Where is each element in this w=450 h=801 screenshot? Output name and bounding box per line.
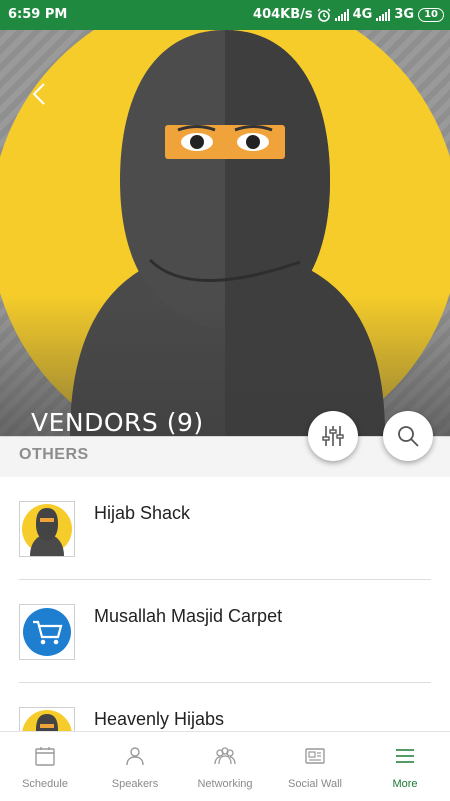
bottom-tab-bar: Schedule Speakers Networking Social Wall… [0,731,450,801]
vendors-hero-banner: VENDORS (9) [0,30,450,436]
filter-button[interactable] [308,411,358,461]
vendor-logo [19,501,75,557]
tab-social-wall[interactable]: Social Wall [270,732,360,801]
search-icon [398,426,419,447]
network-speed: 404KB/s [253,7,313,22]
battery-indicator: 10 [418,7,444,22]
person-icon [126,747,144,766]
network-type-primary: 4G [352,7,373,22]
niqab-avatar-icon [22,504,72,556]
tab-label: More [392,778,418,790]
sliders-icon [322,426,344,446]
calendar-icon [35,747,55,766]
menu-icon [396,749,414,763]
list-item[interactable]: Hijab Shack [0,477,450,580]
tab-label: Social Wall [288,778,342,790]
tab-schedule[interactable]: Schedule [0,732,90,801]
shopping-cart-icon [23,608,71,656]
tab-label: Schedule [22,778,68,790]
back-chevron-icon[interactable] [28,82,52,106]
status-time: 6:59 PM [8,7,68,22]
tab-speakers[interactable]: Speakers [90,732,180,801]
status-bar: 6:59 PM 404KB/s 4G 3G 10 [0,0,450,30]
signal-bars-icon [334,8,349,21]
tab-more[interactable]: More [360,732,450,801]
page-title: VENDORS (9) [31,408,204,436]
tab-label: Speakers [111,778,159,790]
vendor-name: Heavenly Hijabs [94,709,225,729]
vendor-name: Musallah Masjid Carpet [94,606,283,626]
section-header: OTHERS [0,436,450,477]
people-icon [214,747,236,765]
network-type-secondary: 3G [394,7,415,22]
news-icon [305,748,325,764]
list-item[interactable]: Musallah Masjid Carpet [0,580,450,683]
vendor-name: Hijab Shack [94,503,191,523]
alarm-icon [317,8,331,22]
tab-networking[interactable]: Networking [180,732,270,801]
section-label: OTHERS [19,446,89,463]
signal-bars-icon [376,8,391,21]
tab-label: Networking [197,778,253,790]
vendor-logo [19,604,75,660]
search-button[interactable] [383,411,433,461]
